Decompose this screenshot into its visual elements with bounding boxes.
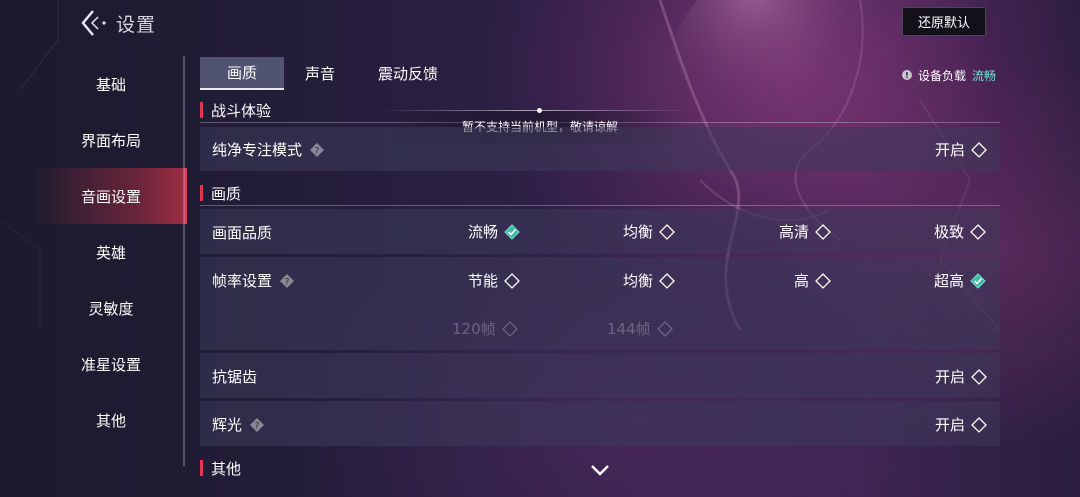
- help-icon[interactable]: ?: [280, 273, 295, 288]
- diamond-outline-icon: [971, 416, 987, 433]
- sidebar-item-hero[interactable]: 英雄: [37, 224, 185, 280]
- option-glow-on[interactable]: 开启: [935, 414, 987, 435]
- help-icon[interactable]: ?: [310, 142, 325, 157]
- setting-label-text: 帧率设置: [212, 272, 273, 290]
- section-accent-bar: [200, 185, 203, 201]
- setting-row-image-quality: 画面品质 流畅 均衡 高清 极致: [200, 209, 1000, 254]
- option-fps-eco[interactable]: 节能: [468, 270, 520, 291]
- device-load-indicator: ! 设备负载 流畅: [902, 66, 996, 84]
- info-icon: !: [902, 70, 912, 80]
- diamond-outline-icon: [815, 223, 831, 240]
- sidebar-divider: [183, 56, 185, 466]
- setting-row-pure-focus: 纯净专注模式 ? 开启: [200, 127, 1000, 171]
- section-accent-bar: [200, 102, 203, 118]
- section-title-text: 其他: [211, 459, 242, 478]
- option-anti-alias-on[interactable]: 开启: [935, 366, 987, 387]
- diamond-outline-icon: [659, 223, 675, 240]
- diamond-outline-icon: [815, 272, 831, 289]
- option-label: 开启: [935, 141, 966, 159]
- setting-label-text: 辉光: [212, 416, 243, 434]
- chevron-down-icon[interactable]: [589, 462, 611, 478]
- device-load-label: 设备负载: [918, 68, 967, 83]
- reset-default-button[interactable]: 还原默认: [902, 7, 986, 36]
- setting-label-text: 抗锯齿: [212, 368, 258, 386]
- section-title-battle: 战斗体验: [200, 100, 271, 120]
- option-fps-high[interactable]: 高: [794, 270, 831, 291]
- tab-graphics[interactable]: 画质: [200, 57, 284, 90]
- section-title-other: 其他: [200, 458, 241, 478]
- option-quality-ultra[interactable]: 极致: [934, 221, 986, 242]
- setting-label: 纯净专注模式 ?: [212, 139, 325, 160]
- option-label: 超高: [934, 272, 965, 290]
- sidebar-item-basic[interactable]: 基础: [37, 56, 185, 112]
- option-label: 高清: [779, 223, 810, 241]
- diamond-check-icon: [970, 272, 986, 289]
- option-label: 均衡: [623, 272, 654, 290]
- sidebar-item-sensitivity[interactable]: 灵敏度: [37, 280, 185, 336]
- option-label: 流畅: [468, 223, 499, 241]
- option-label: 开启: [935, 416, 966, 434]
- header: 设置 还原默认: [0, 0, 1080, 46]
- section-title-text: 战斗体验: [211, 101, 272, 120]
- section-divider: [200, 205, 1000, 206]
- setting-row-glow: 辉光 ? 开启: [200, 401, 1000, 446]
- svg-text:?: ?: [285, 277, 290, 287]
- option-pure-focus-on[interactable]: 开启: [935, 139, 987, 160]
- option-fps-ultra[interactable]: 超高: [934, 270, 986, 291]
- diamond-outline-icon: [971, 368, 987, 385]
- back-button[interactable]: [78, 8, 110, 38]
- option-fps-120[interactable]: 120帧: [452, 318, 518, 339]
- option-quality-hd[interactable]: 高清: [779, 221, 831, 242]
- diamond-outline-icon: [656, 320, 673, 337]
- section-title-text: 画质: [211, 184, 242, 203]
- setting-label: 画面品质: [212, 222, 272, 243]
- option-label: 120帧: [452, 320, 496, 338]
- tab-bar: 画质 声音 震动反馈: [200, 57, 460, 90]
- option-label: 极致: [934, 223, 965, 241]
- device-load-value: 流畅: [972, 68, 997, 83]
- setting-label: 抗锯齿: [212, 366, 257, 387]
- toast-dot: [537, 108, 542, 113]
- option-fps-balanced[interactable]: 均衡: [623, 270, 675, 291]
- diamond-outline-icon: [501, 320, 518, 337]
- option-fps-144[interactable]: 144帧: [607, 318, 673, 339]
- option-label: 144帧: [607, 320, 651, 338]
- option-label: 均衡: [623, 223, 654, 241]
- option-label: 开启: [935, 368, 966, 386]
- sidebar: 基础 界面布局 音画设置 英雄 灵敏度 准星设置 其他: [37, 56, 187, 448]
- page-title: 设置: [116, 14, 157, 36]
- setting-label: 帧率设置 ?: [212, 270, 295, 291]
- setting-label-text: 纯净专注模式: [212, 141, 303, 159]
- chevron-left-icon: [81, 10, 106, 36]
- diamond-outline-icon: [971, 141, 987, 158]
- diamond-outline-icon: [504, 272, 520, 289]
- svg-text:?: ?: [315, 146, 320, 156]
- setting-label-text: 画面品质: [212, 224, 273, 242]
- svg-text:?: ?: [255, 421, 260, 431]
- toast-divider: [380, 110, 690, 111]
- option-quality-smooth[interactable]: 流畅: [468, 221, 520, 242]
- setting-row-anti-alias: 抗锯齿 开启: [200, 353, 1000, 398]
- option-quality-balanced[interactable]: 均衡: [623, 221, 675, 242]
- sidebar-item-other[interactable]: 其他: [37, 392, 185, 448]
- option-label: 节能: [468, 272, 499, 290]
- sidebar-item-layout[interactable]: 界面布局: [37, 112, 185, 168]
- setting-row-frame-rate: 帧率设置 ? 节能 均衡 高 超高 120帧 144帧: [200, 257, 1000, 350]
- tab-vibration[interactable]: 震动反馈: [356, 57, 460, 90]
- diamond-outline-icon: [970, 223, 986, 240]
- sidebar-item-crosshair[interactable]: 准星设置: [37, 336, 185, 392]
- setting-label: 辉光 ?: [212, 414, 265, 435]
- diamond-outline-icon: [659, 272, 675, 289]
- diamond-check-icon: [504, 223, 520, 240]
- section-accent-bar: [200, 460, 203, 476]
- tab-sound[interactable]: 声音: [284, 57, 356, 90]
- section-title-quality: 画质: [200, 183, 241, 203]
- option-label: 高: [794, 272, 810, 290]
- help-icon[interactable]: ?: [250, 417, 265, 432]
- sidebar-item-audio-video[interactable]: 音画设置: [37, 168, 187, 224]
